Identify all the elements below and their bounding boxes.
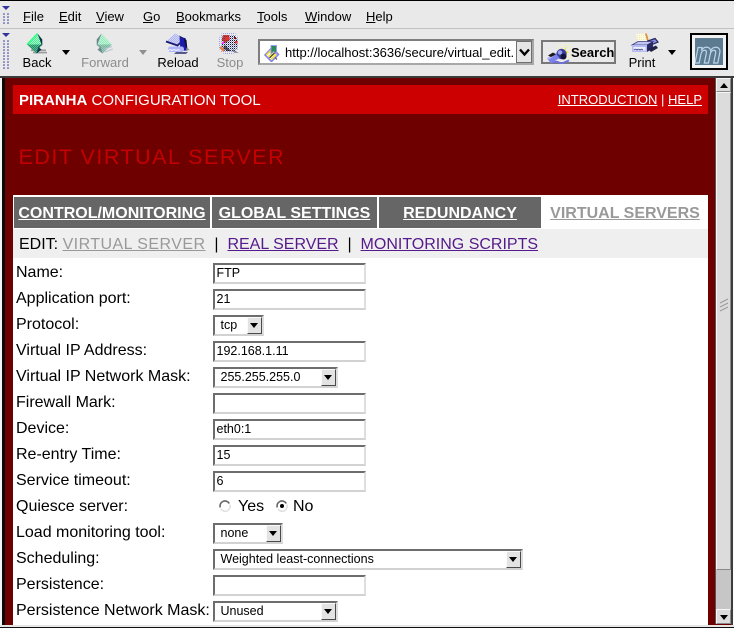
- svg-text:m: m: [695, 38, 721, 65]
